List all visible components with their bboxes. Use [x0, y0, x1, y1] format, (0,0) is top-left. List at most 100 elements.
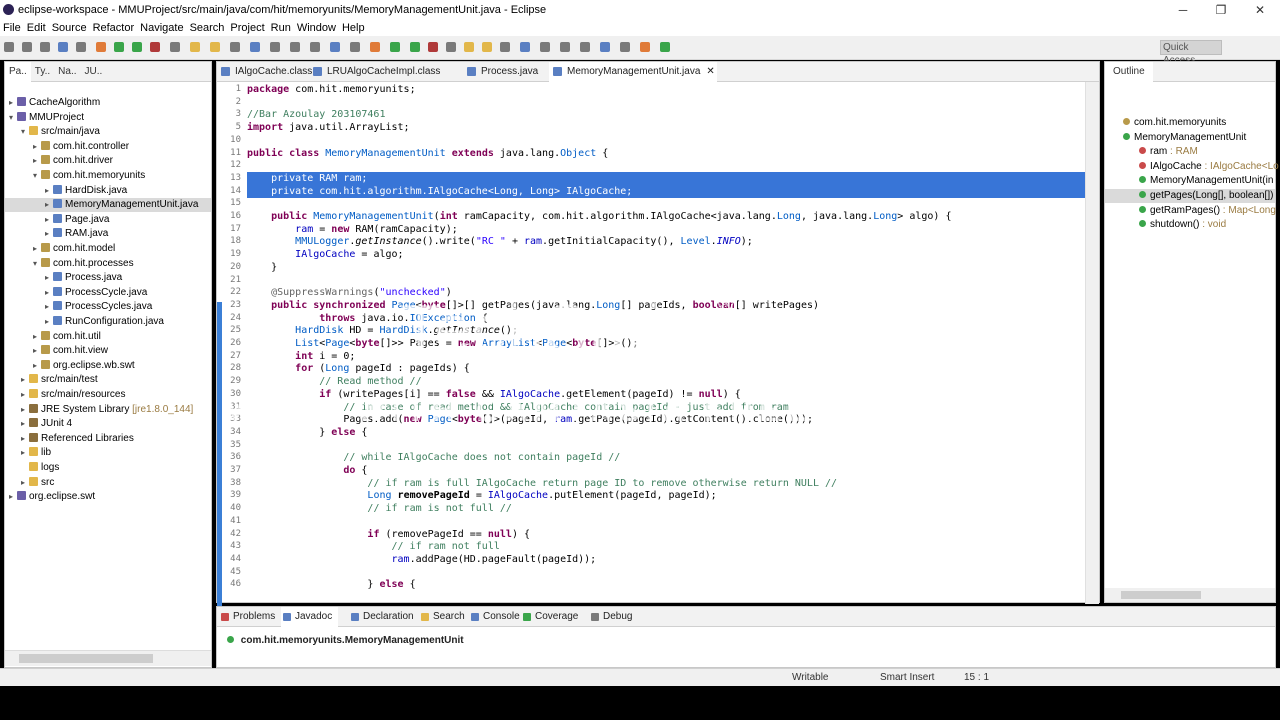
bottom-tab[interactable]: Search	[419, 607, 465, 627]
tree-item[interactable]: ▸ HardDisk.java	[45, 184, 127, 198]
bottom-tab[interactable]: Declaration	[349, 607, 414, 627]
menu-project[interactable]: Project	[230, 22, 264, 34]
code-line[interactable]: } else {	[247, 579, 415, 590]
outline-item[interactable]: IAlgoCache : IAlgoCache<Lo	[1139, 160, 1279, 174]
code-line[interactable]: import java.util.ArrayList;	[247, 122, 410, 133]
toolbar-tool-icon[interactable]	[350, 42, 360, 52]
expand-arrow-icon[interactable]: ▾	[33, 257, 41, 271]
code-line[interactable]: for (Long pageId : pageIds) {	[247, 363, 470, 374]
expand-arrow-icon[interactable]: ▾	[9, 111, 17, 125]
toolbar-tool-icon[interactable]	[40, 42, 50, 52]
editor-tab[interactable]: Process.java	[463, 62, 549, 82]
outline-item[interactable]: shutdown() : void	[1139, 218, 1226, 232]
expand-arrow-icon[interactable]: ▸	[9, 96, 17, 110]
menu-edit[interactable]: Edit	[27, 22, 46, 34]
tree-item[interactable]: ▸ com.hit.driver	[33, 154, 113, 168]
tree-item[interactable]: ▸ Page.java	[45, 213, 109, 227]
toolbar-tool-icon[interactable]	[446, 42, 456, 52]
code-line[interactable]: public MemoryManagementUnit(int ramCapac…	[247, 211, 951, 222]
bottom-tab[interactable]: Problems	[219, 607, 275, 627]
code-line[interactable]: // if ram not full	[247, 541, 500, 552]
toolbar-tool-icon[interactable]	[540, 42, 550, 52]
menu-help[interactable]: Help	[342, 22, 365, 34]
toolbar-tool-icon[interactable]	[170, 42, 180, 52]
expand-arrow-icon[interactable]: ▸	[45, 286, 53, 300]
toolbar-tool-icon[interactable]	[4, 42, 14, 52]
tree-item[interactable]: ▸ lib	[21, 446, 51, 460]
expand-arrow-icon[interactable]: ▸	[21, 446, 29, 460]
expand-arrow-icon[interactable]: ▸	[33, 154, 41, 168]
code-line[interactable]: // if ram is full IAlgoCache return page…	[247, 478, 837, 489]
tree-item[interactable]: ▾ MMUProject	[9, 111, 84, 125]
tree-item[interactable]: ▸ src	[21, 476, 54, 490]
bottom-tab[interactable]: Javadoc	[281, 607, 339, 627]
tree-item[interactable]: ▾ src/main/java	[21, 125, 100, 139]
bottom-tab[interactable]: Console	[469, 607, 520, 627]
code-line[interactable]: private RAM ram;	[247, 173, 367, 184]
menu-source[interactable]: Source	[52, 22, 87, 34]
tab-outline[interactable]: Outline	[1105, 61, 1153, 82]
outline-item[interactable]: com.hit.memoryunits	[1123, 116, 1226, 130]
bottom-tab[interactable]: Coverage	[521, 607, 578, 627]
code-line[interactable]: //Bar Azoulay 203107461	[247, 109, 385, 120]
menu-refactor[interactable]: Refactor	[93, 22, 135, 34]
toolbar-tool-icon[interactable]	[270, 42, 280, 52]
expand-arrow-icon[interactable]: ▸	[33, 359, 41, 373]
code-area[interactable]: 1 package com.hit.memoryunits; 2 3//Bar Azo…	[217, 82, 1087, 622]
expand-arrow-icon[interactable]: ▸	[45, 271, 53, 285]
tree-item[interactable]: ▸ org.eclipse.wb.swt	[33, 359, 135, 373]
toolbar-tool-icon[interactable]	[250, 42, 260, 52]
code-line[interactable]: ram = new RAM(ramCapacity);	[247, 224, 458, 235]
code-line[interactable]: // while IAlgoCache does not contain pag…	[247, 452, 620, 463]
quick-access-input[interactable]: Quick Access	[1160, 40, 1222, 66]
code-line[interactable]: Long removePageId = IAlgoCache.putElemen…	[247, 490, 716, 501]
menu-navigate[interactable]: Navigate	[140, 22, 183, 34]
toolbar-tool-icon[interactable]	[310, 42, 320, 52]
toolbar-tool-icon[interactable]	[114, 42, 124, 52]
expand-arrow-icon[interactable]: ▸	[33, 242, 41, 256]
expand-arrow-icon[interactable]: ▸	[33, 344, 41, 358]
minimize-button[interactable]: ─	[1163, 0, 1203, 20]
tree-item[interactable]: ▸ src/main/test	[21, 373, 98, 387]
outline-item[interactable]: MemoryManagementUnit(in	[1139, 174, 1273, 188]
toolbar-tool-icon[interactable]	[560, 42, 570, 52]
tree-item[interactable]: ▸ com.hit.view	[33, 344, 108, 358]
expand-arrow-icon[interactable]: ▸	[21, 417, 29, 431]
code-line[interactable]: List<Page<byte[]>> Pages = new ArrayList…	[247, 338, 638, 349]
expand-arrow-icon[interactable]: ▸	[45, 213, 53, 227]
code-line[interactable]: Pages.add(new Page<byte[]>(pageId, ram.g…	[247, 414, 813, 425]
expand-arrow-icon[interactable]: ▸	[33, 140, 41, 154]
expand-arrow-icon[interactable]: ▸	[45, 315, 53, 329]
expand-arrow-icon[interactable]: ▸	[45, 227, 53, 241]
bottom-tab[interactable]: Debug	[589, 607, 632, 627]
toolbar-tool-icon[interactable]	[520, 42, 530, 52]
toolbar-tool-icon[interactable]	[410, 42, 420, 52]
code-line[interactable]: int i = 0;	[247, 351, 355, 362]
menu-file[interactable]: File	[3, 22, 21, 34]
toolbar-tool-icon[interactable]	[22, 42, 32, 52]
code-line[interactable]: if (removePageId == null) {	[247, 529, 530, 540]
tree-item[interactable]: ▸ Referenced Libraries	[21, 432, 134, 446]
expand-arrow-icon[interactable]: ▸	[21, 476, 29, 490]
tree-item[interactable]: ▸ RunConfiguration.java	[45, 315, 164, 329]
code-line[interactable]: public class MemoryManagementUnit extend…	[247, 148, 608, 159]
expand-arrow-icon[interactable]: ▸	[21, 373, 29, 387]
tree-item[interactable]: ▾ com.hit.memoryunits	[33, 169, 145, 183]
tree-item[interactable]: ▸ src/main/resources	[21, 388, 125, 402]
outline-item[interactable]: ram : RAM	[1139, 145, 1198, 159]
toolbar-tool-icon[interactable]	[150, 42, 160, 52]
outline-item[interactable]: getRamPages() : Map<Long	[1139, 204, 1276, 218]
toolbar-tool-icon[interactable]	[428, 42, 438, 52]
close-button[interactable]: ✕	[1240, 0, 1280, 20]
toolbar-tool-icon[interactable]	[76, 42, 86, 52]
tree-item[interactable]: ▸ ProcessCycles.java	[45, 300, 152, 314]
code-line[interactable]: do {	[247, 465, 367, 476]
left-tab-3[interactable]: JU..	[81, 66, 107, 77]
toolbar-tool-icon[interactable]	[210, 42, 220, 52]
expand-arrow-icon[interactable]: ▾	[21, 125, 29, 139]
toolbar-tool-icon[interactable]	[600, 42, 610, 52]
horizontal-scrollbar[interactable]	[5, 650, 211, 666]
toolbar-tool-icon[interactable]	[96, 42, 106, 52]
toolbar-tool-icon[interactable]	[390, 42, 400, 52]
expand-arrow-icon[interactable]: ▸	[9, 490, 17, 504]
